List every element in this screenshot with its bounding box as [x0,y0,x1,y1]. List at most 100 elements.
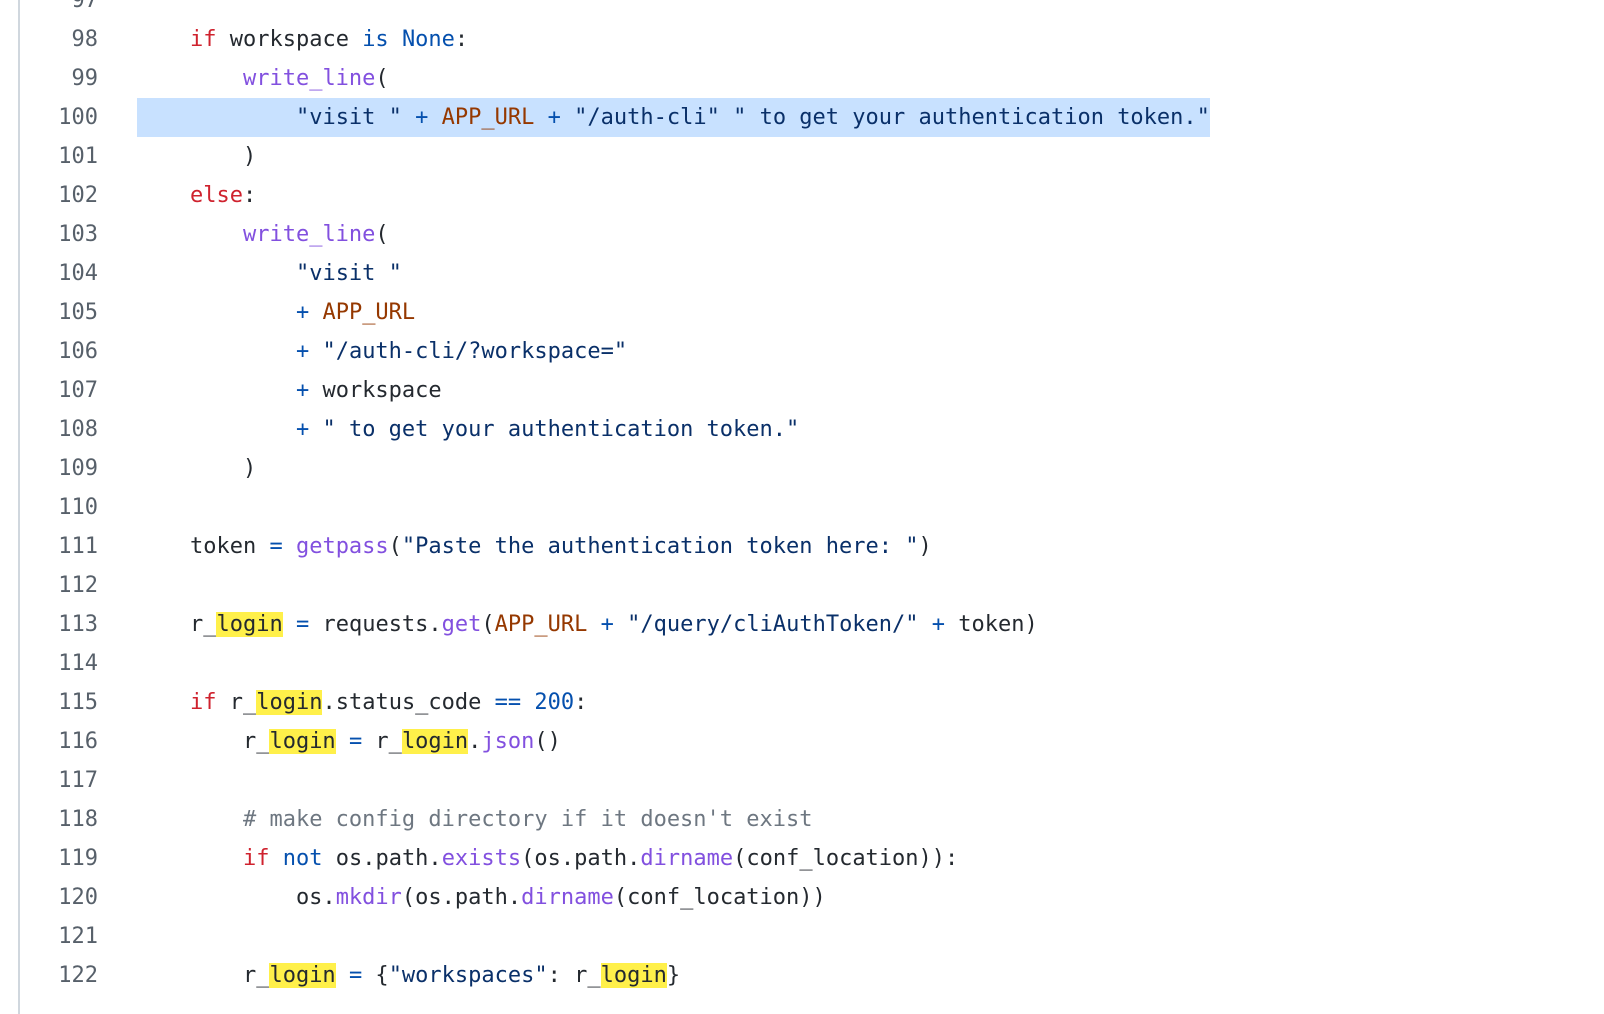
code-line: + "/auth-cli/?workspace=" [137,332,627,371]
code-token: + [295,339,310,364]
line-number[interactable]: 111 [20,527,98,566]
line-number[interactable]: 102 [20,176,98,215]
line-number[interactable]: 100 [20,98,98,137]
code-row-selected[interactable]: 100 "visit " + APP_URL + "/auth-cli" " t… [0,98,1604,137]
code-token: mkdir [335,885,402,910]
line-number[interactable]: 122 [20,956,98,995]
line-number[interactable]: 97 [20,0,99,20]
code-token: not [282,846,323,871]
code-token: ( [481,612,495,637]
code-row[interactable]: 108 + " to get your authentication token… [0,410,1604,449]
search-match-highlight: login [256,690,323,715]
code-token: # make config directory if it doesn't ex… [242,807,813,832]
code-token: token [137,534,270,559]
code-view[interactable]: 97 98 if workspace is None: 99 write_line(… [0,0,1604,1014]
line-number[interactable]: 120 [20,878,98,917]
code-row[interactable]: 120 os.mkdir(os.path.dirname(conf_locati… [0,878,1604,917]
line-number[interactable]: 101 [20,137,98,176]
code-token: "/query/cliAuthToken/" [627,612,919,637]
code-row[interactable]: 112 [0,566,1604,605]
line-number[interactable]: 121 [20,917,98,956]
code-token: requests. [309,612,442,637]
code-row[interactable]: 111 token = getpass("Paste the authentic… [0,527,1604,566]
code-token: : r_ [547,963,601,988]
code-token: = [295,612,310,637]
code-token: workspace [309,378,442,403]
code-row[interactable]: 115 if r_login.status_code == 200: [0,683,1604,722]
code-row[interactable]: 110 [0,488,1604,527]
code-token: + [295,300,310,325]
code-row[interactable]: 121 [0,917,1604,956]
line-number[interactable]: 104 [20,254,98,293]
code-row[interactable]: 118 # make config directory if it doesn'… [0,800,1604,839]
code-row[interactable]: 116 r_login = r_login.json() [0,722,1604,761]
code-line: r_login = r_login.json() [137,722,561,761]
code-token: == [494,690,522,715]
search-match-highlight: login [269,729,336,754]
code-row[interactable]: 113 r_login = requests.get(APP_URL + "/q… [0,605,1604,644]
code-token: APP_URL [441,105,535,130]
code-token: = [348,963,363,988]
code-token: ) [242,456,257,481]
line-number[interactable]: 106 [20,332,98,371]
line-number[interactable]: 99 [20,59,99,98]
line-number[interactable]: 113 [20,605,98,644]
code-row[interactable]: 117 [0,761,1604,800]
code-row[interactable]: 106 + "/auth-cli/?workspace=" [0,332,1604,371]
code-row[interactable]: 102 else: [0,176,1604,215]
line-number[interactable]: 105 [20,293,98,332]
code-row[interactable]: 101 ) [0,137,1604,176]
code-token: (os.path. [521,846,641,871]
code-row[interactable]: 119 if not os.path.exists(os.path.dirnam… [0,839,1604,878]
code-row[interactable]: 122 r_login = {"workspaces": r_login} [0,956,1604,995]
code-token: ( [375,66,389,91]
code-token: { [362,963,389,988]
line-number[interactable]: 117 [20,761,98,800]
code-token: if [242,846,270,871]
line-number[interactable]: 110 [20,488,98,527]
code-row[interactable]: 104 "visit " [0,254,1604,293]
code-line: if workspace is None: [137,20,468,59]
line-number[interactable]: 107 [20,371,98,410]
code-row[interactable]: 114 [0,644,1604,683]
search-match-highlight: login [401,729,469,754]
line-number[interactable]: 109 [20,449,98,488]
code-row[interactable]: 107 + workspace [0,371,1604,410]
line-number[interactable]: 114 [20,644,98,683]
code-line: r_login = {"workspaces": r_login} [137,956,680,995]
line-number[interactable]: 98 [20,20,99,59]
line-number[interactable]: 118 [20,800,98,839]
code-row[interactable]: 103 write_line( [0,215,1604,254]
search-match-highlight: login [600,963,667,988]
line-number[interactable]: 116 [20,722,98,761]
line-number[interactable]: 112 [20,566,98,605]
code-line: # make config directory if it doesn't ex… [137,800,813,839]
code-row[interactable]: 99 write_line( [0,59,1604,98]
code-token: .status_code [322,690,495,715]
line-number[interactable]: 119 [20,839,98,878]
code-row[interactable]: 97 [0,0,1604,20]
line-number[interactable]: 103 [20,215,98,254]
code-row[interactable]: 98 if workspace is None: [0,20,1604,59]
code-row[interactable]: 105 + APP_URL [0,293,1604,332]
code-row[interactable]: 109 ) [0,449,1604,488]
code-line: + APP_URL [137,293,415,332]
line-number[interactable]: 115 [20,683,98,722]
code-token: json [481,729,535,754]
line-number[interactable]: 108 [20,410,98,449]
code-token: exists [441,846,522,871]
code-token: + [931,612,946,637]
